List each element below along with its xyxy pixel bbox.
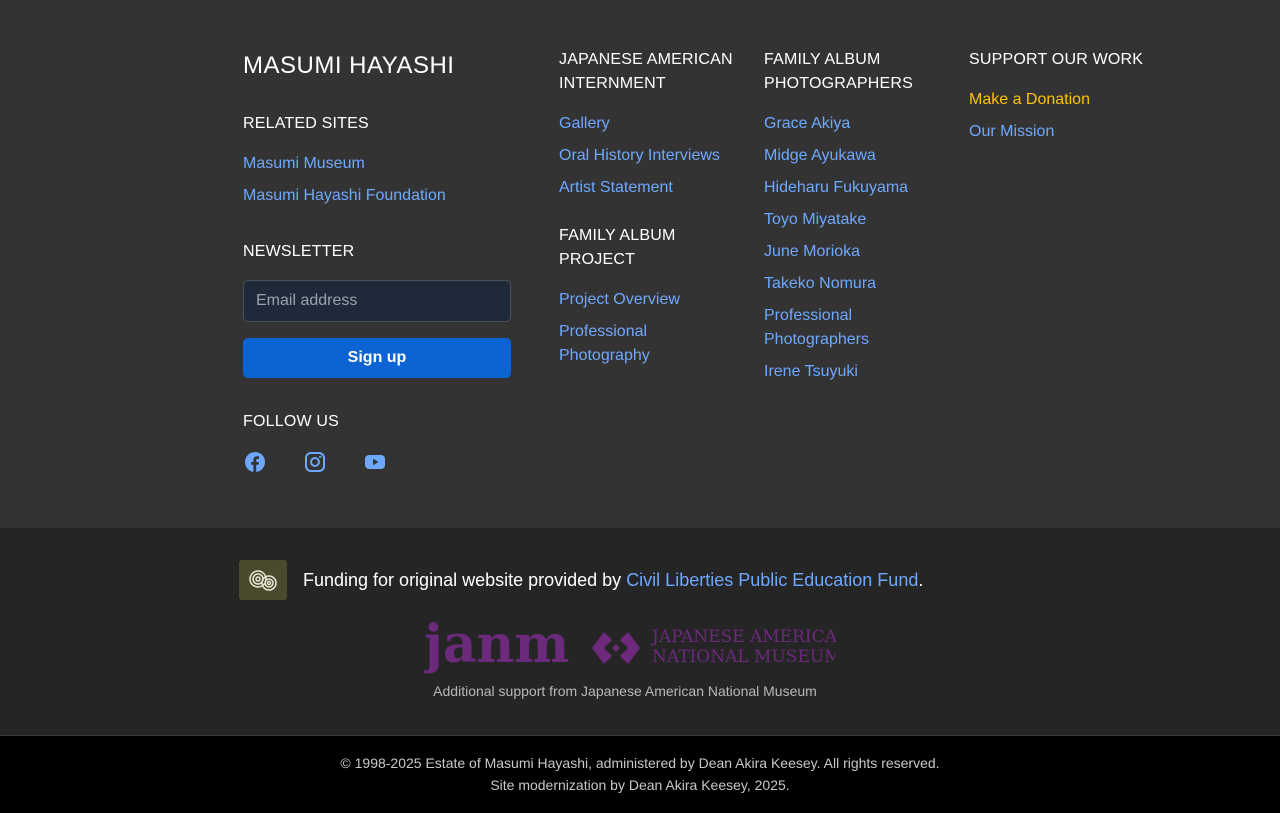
signup-button[interactable]: Sign up — [243, 338, 511, 378]
brand-column: MASUMI HAYASHI RELATED SITES Masumi Muse… — [243, 48, 511, 472]
family-album-project-heading: FAMILY ALBUM PROJECT — [559, 224, 676, 272]
list-item: Project Overview — [559, 288, 739, 312]
list-item: Grace Akiya — [764, 112, 944, 136]
heading-line: PROJECT — [559, 251, 636, 268]
support-links: Make a Donation Our Mission — [969, 88, 1090, 152]
family-project-links: Project Overview Professional Photograph… — [559, 288, 739, 376]
janm-logo-line2: NATIONAL MUSEUM — [652, 647, 836, 667]
list-item: Oral History Interviews — [559, 144, 720, 168]
heading-line: INTERNMENT — [559, 75, 666, 92]
list-item: Professional Photography — [559, 320, 739, 368]
list-item: Midge Ayukawa — [764, 144, 944, 168]
list-item: June Morioka — [764, 240, 944, 264]
list-item: Professional Photographers — [764, 304, 944, 352]
artist-statement-link[interactable]: Artist Statement — [559, 179, 673, 196]
photographer-link[interactable]: Hideharu Fukuyama — [764, 179, 908, 196]
janm-logo-line1: JAPANESE AMERICAN — [650, 627, 836, 647]
list-item: Masumi Museum — [243, 152, 446, 176]
internment-heading: JAPANESE AMERICAN INTERNMENT — [559, 48, 733, 96]
donate-link[interactable]: Make a Donation — [969, 91, 1090, 108]
footer-top: MASUMI HAYASHI RELATED SITES Masumi Muse… — [0, 0, 1280, 528]
janm-logo[interactable]: janm JAPANESE AMERICAN NATIONAL MUSEUM — [424, 622, 836, 674]
photographer-link[interactable]: Professional Photographers — [764, 307, 869, 348]
list-item: Masumi Hayashi Foundation — [243, 184, 446, 208]
email-field[interactable] — [243, 280, 511, 322]
list-item: Toyo Miyatake — [764, 208, 944, 232]
photographer-link[interactable]: June Morioka — [764, 243, 860, 260]
our-mission-link[interactable]: Our Mission — [969, 123, 1054, 140]
list-item: Make a Donation — [969, 88, 1090, 112]
oral-history-link[interactable]: Oral History Interviews — [559, 147, 720, 164]
site-brand[interactable]: MASUMI HAYASHI — [243, 52, 511, 80]
list-item: Takeko Nomura — [764, 272, 944, 296]
photographer-link[interactable]: Irene Tsuyuki — [764, 363, 858, 380]
photographer-link[interactable]: Toyo Miyatake — [764, 211, 866, 228]
related-sites-heading: RELATED SITES — [243, 115, 369, 132]
youtube-icon[interactable] — [363, 450, 387, 474]
gallery-link[interactable]: Gallery — [559, 115, 610, 132]
heading-line: JAPANESE AMERICAN — [559, 51, 733, 68]
related-sites-list: Masumi Museum Masumi Hayashi Foundation — [243, 152, 446, 216]
funding-suffix: . — [918, 570, 924, 590]
clpef-link[interactable]: Civil Liberties Public Education Fund — [626, 570, 918, 590]
funding-text: Funding for original website provided by… — [303, 568, 923, 592]
heading-line: PHOTOGRAPHERS — [764, 75, 913, 92]
instagram-icon[interactable] — [303, 450, 327, 474]
copyright-text: © 1998-2025 Estate of Masumi Hayashi, ad… — [340, 755, 940, 771]
list-item: Our Mission — [969, 120, 1090, 144]
support-heading: SUPPORT OUR WORK — [969, 51, 1144, 68]
photographer-link[interactable]: Takeko Nomura — [764, 275, 876, 292]
professional-photography-link[interactable]: Professional Photography — [559, 323, 650, 364]
heading-line: FAMILY ALBUM — [559, 227, 676, 244]
funding-prefix: Funding for original website provided by — [303, 570, 627, 590]
funding-section: Funding for original website provided by… — [0, 528, 1280, 735]
follow-us-heading: FOLLOW US — [243, 413, 340, 430]
copyright-bar: © 1998-2025 Estate of Masumi Hayashi, ad… — [0, 735, 1280, 813]
janm-logo-word: janm — [424, 622, 569, 674]
photographers-links: Grace Akiya Midge Ayukawa Hideharu Fukuy… — [764, 112, 944, 392]
janm-crest-icon — [592, 632, 640, 664]
internment-links: Gallery Oral History Interviews Artist S… — [559, 112, 720, 208]
project-overview-link[interactable]: Project Overview — [559, 291, 680, 308]
list-item: Gallery — [559, 112, 720, 136]
newsletter-heading: NEWSLETTER — [243, 243, 355, 260]
clpef-logo — [239, 560, 287, 600]
facebook-icon[interactable] — [243, 450, 267, 474]
janm-caption: Additional support from Japanese America… — [433, 683, 817, 699]
heading-line: FAMILY ALBUM — [764, 51, 881, 68]
list-item: Irene Tsuyuki — [764, 360, 944, 384]
list-item: Artist Statement — [559, 176, 720, 200]
photographer-link[interactable]: Grace Akiya — [764, 115, 850, 132]
modernization-credit: Site modernization by Dean Akira Keesey,… — [490, 777, 790, 793]
photographers-heading: FAMILY ALBUM PHOTOGRAPHERS — [764, 48, 913, 96]
masumi-museum-link[interactable]: Masumi Museum — [243, 155, 365, 172]
masumi-foundation-link[interactable]: Masumi Hayashi Foundation — [243, 187, 446, 204]
list-item: Hideharu Fukuyama — [764, 176, 944, 200]
photographer-link[interactable]: Midge Ayukawa — [764, 147, 876, 164]
